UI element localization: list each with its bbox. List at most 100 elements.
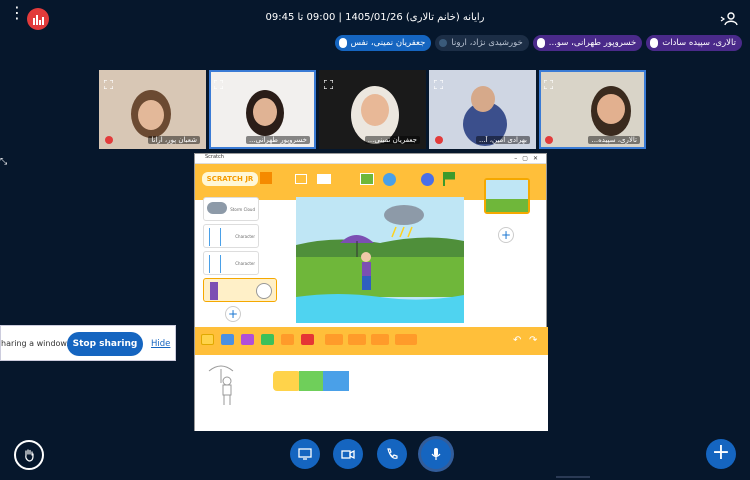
shared-screen-window: Scratch –▢✕ SCRATCH JR Storm Cloud Chara… <box>194 153 548 431</box>
raise-hand-icon <box>25 449 34 462</box>
undo-icon[interactable]: ↶ <box>513 335 521 346</box>
video-tile[interactable]: بهرادی امین، آ... <box>429 70 536 149</box>
microphone-icon <box>536 38 545 48</box>
webcam-face <box>253 98 277 126</box>
fullscreen-icon[interactable] <box>213 74 224 90</box>
add-page-button[interactable]: + <box>498 227 514 243</box>
flag-trigger-block[interactable] <box>273 371 301 391</box>
video-tile-name: خسروپور طهرانی... <box>245 136 310 144</box>
webcam-face <box>597 94 625 124</box>
character-card[interactable]: Storm Cloud <box>203 197 259 221</box>
share-screen-button[interactable] <box>290 439 320 469</box>
grid-icon[interactable] <box>383 173 396 186</box>
muted-mic-icon <box>105 136 113 144</box>
motion-blocks-tab[interactable] <box>221 334 234 345</box>
fullscreen-icon[interactable] <box>543 74 554 90</box>
window-titlebar: Scratch –▢✕ <box>195 154 546 164</box>
video-tile[interactable]: تالاری، سپیده... <box>539 70 646 149</box>
reset-icon[interactable] <box>421 173 434 186</box>
microphone-icon <box>650 38 659 48</box>
code-block[interactable] <box>299 371 325 391</box>
block-palette-bar: ↶ ↷ <box>195 327 548 355</box>
character-card[interactable]: Character <box>203 224 259 248</box>
microphone-icon <box>431 448 441 460</box>
webcam-face <box>471 86 495 112</box>
webcam-face <box>361 94 389 126</box>
looks-blocks-tab[interactable] <box>241 334 254 345</box>
fullscreen-icon[interactable] <box>103 74 114 90</box>
video-tile-name: شعبان پور، ارانا <box>148 136 200 144</box>
redo-icon[interactable]: ↷ <box>529 335 537 346</box>
sound-blocks-tab[interactable] <box>261 334 274 345</box>
sharing-status-text: haring a window. <box>1 339 69 348</box>
stage-scene <box>296 197 464 323</box>
paint-editor-icon[interactable] <box>256 283 272 299</box>
end-blocks-tab[interactable] <box>301 334 314 345</box>
meeting-title: رایانه (خانم تالاری) 1405/01/26 | 09:00 … <box>265 12 485 23</box>
video-tiles: شعبان پور، ارانا خسروپور طهرانی... جعفری… <box>99 70 646 149</box>
participant-name: جعفریان نمینی، نفس <box>350 38 426 48</box>
trigger-blocks-tab[interactable] <box>201 334 214 345</box>
participant-name: خورشیدی نژاد، ارونا <box>451 38 523 48</box>
palette-block[interactable] <box>325 334 343 345</box>
leave-audio-button[interactable] <box>377 439 407 469</box>
actions-plus-button[interactable]: + <box>706 439 736 469</box>
muted-mic-icon <box>435 136 443 144</box>
presentation-icon[interactable] <box>317 174 331 184</box>
characters-panel: Storm Cloud Character Character + <box>199 194 279 324</box>
user-list-icon[interactable] <box>720 11 738 26</box>
microphone-icon <box>338 38 347 48</box>
fullscreen-icon[interactable] <box>323 74 334 90</box>
character-card-selected[interactable] <box>203 278 277 302</box>
video-tile[interactable]: جعفریان نمینی... <box>319 70 426 149</box>
rain-thumb <box>209 255 221 273</box>
video-tile-name: بهرادی امین، آ... <box>475 136 530 144</box>
screen-share-popup: haring a window. Stop sharing Hide <box>0 325 176 361</box>
add-character-button[interactable]: + <box>225 306 241 322</box>
participant-chip[interactable]: خورشیدی نژاد، ارونا <box>435 35 529 51</box>
sprite-outline <box>208 365 234 405</box>
webcam-face <box>138 100 164 130</box>
video-tile-name: تالاری، سپیده... <box>588 136 640 144</box>
muted-mic-icon <box>545 136 553 144</box>
palette-block[interactable] <box>348 334 366 345</box>
status-dot-icon <box>439 39 448 47</box>
green-flag-icon[interactable] <box>443 172 455 186</box>
talking-participants-bar: تالاری، سپیده سادات خسروپور طهرانی، سو..… <box>334 35 742 51</box>
page-thumbnail[interactable] <box>484 178 530 214</box>
raise-hand-button[interactable] <box>14 440 44 470</box>
script-area <box>195 355 548 431</box>
rain-thumb <box>209 228 221 246</box>
window-controls: –▢✕ <box>514 155 543 162</box>
phone-icon <box>387 448 398 459</box>
window-title: Scratch <box>205 154 224 160</box>
backdrop-icon[interactable] <box>360 173 374 185</box>
stop-sharing-button[interactable]: Stop sharing <box>67 332 143 356</box>
microphone-button[interactable] <box>421 439 451 469</box>
fullscreen-icon[interactable] <box>295 174 307 184</box>
camera-button[interactable] <box>333 439 363 469</box>
control-blocks-tab[interactable] <box>281 334 294 345</box>
motion-block[interactable] <box>323 371 349 391</box>
scratch-stage <box>296 197 464 323</box>
divider <box>556 476 590 478</box>
hide-link[interactable]: Hide <box>151 339 170 349</box>
girl-umbrella-thumb <box>210 282 218 300</box>
video-tile[interactable]: خسروپور طهرانی... <box>209 70 316 149</box>
fullscreen-icon[interactable] <box>433 74 444 90</box>
palette-block[interactable] <box>371 334 389 345</box>
participant-name: تالاری، سپیده سادات <box>662 38 736 48</box>
scratch-logo: SCRATCH JR <box>202 172 258 186</box>
screen-share-icon <box>298 448 312 460</box>
participant-chip[interactable]: تالاری، سپیده سادات <box>646 35 742 51</box>
participant-chip[interactable]: خسروپور طهرانی، سو... <box>532 35 643 51</box>
expand-icon[interactable]: ⤡ <box>0 157 7 167</box>
storm-cloud-thumb <box>207 202 227 214</box>
participant-chip[interactable]: جعفریان نمینی، نفس <box>334 35 432 51</box>
character-card[interactable]: Character <box>203 251 259 275</box>
palette-block[interactable] <box>395 334 417 345</box>
participant-name: خسروپور طهرانی، سو... <box>548 38 637 48</box>
video-tile[interactable]: شعبان پور، ارانا <box>99 70 206 149</box>
video-tile-name: جعفریان نمینی... <box>364 136 420 144</box>
home-icon[interactable] <box>260 172 272 184</box>
